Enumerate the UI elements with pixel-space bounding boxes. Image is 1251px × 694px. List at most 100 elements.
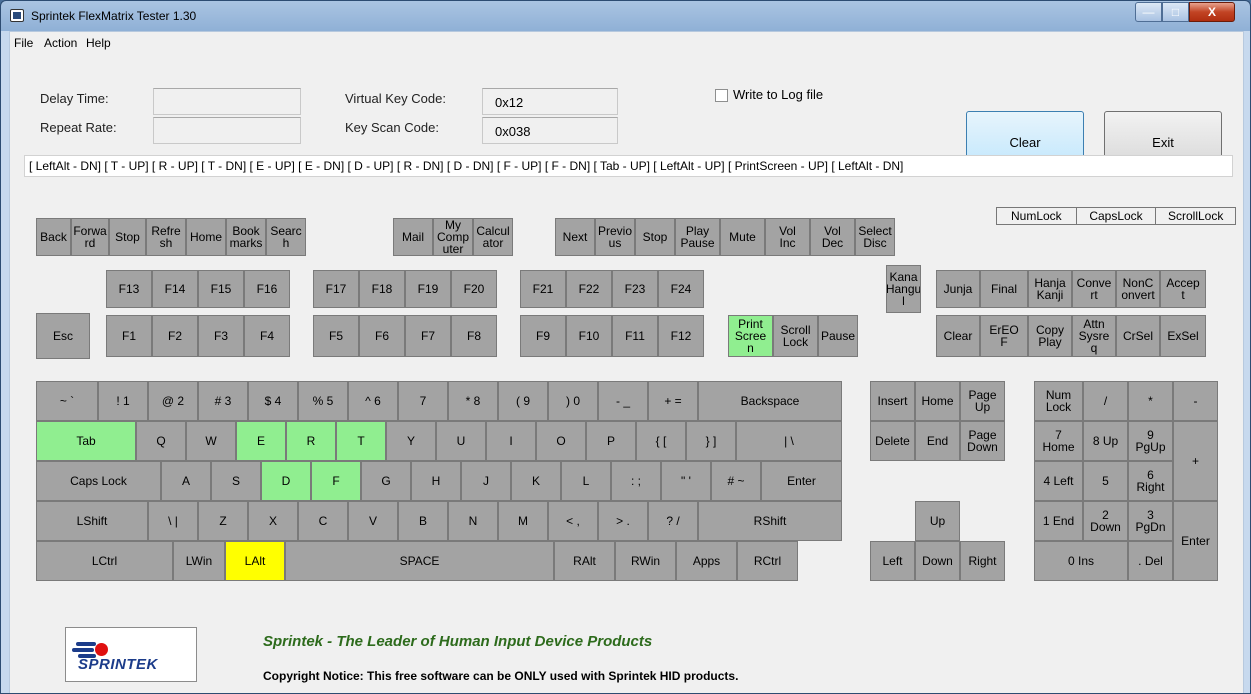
key-pageup[interactable]: Page Up: [960, 381, 1005, 421]
key-next[interactable]: Next: [555, 218, 595, 256]
key-w[interactable]: W: [186, 421, 236, 461]
key-minus[interactable]: - _: [598, 381, 648, 421]
key-f18[interactable]: F18: [359, 270, 405, 308]
key-npmul[interactable]: *: [1128, 381, 1173, 421]
key-quote[interactable]: " ': [661, 461, 711, 501]
key-pagedown[interactable]: Page Down: [960, 421, 1005, 461]
key-y[interactable]: Y: [386, 421, 436, 461]
key-g[interactable]: G: [361, 461, 411, 501]
key-up[interactable]: Up: [915, 501, 960, 541]
key-numlock[interactable]: Num Lock: [1034, 381, 1083, 421]
key-kana[interactable]: Kana Hangu l: [886, 265, 921, 313]
key-f23[interactable]: F23: [612, 270, 658, 308]
menu-file[interactable]: File: [14, 36, 33, 50]
menu-help[interactable]: Help: [86, 36, 111, 50]
key-k7[interactable]: 7: [398, 381, 448, 421]
key-z[interactable]: Z: [198, 501, 248, 541]
key-r[interactable]: R: [286, 421, 336, 461]
key-ralt[interactable]: RAlt: [554, 541, 615, 581]
key-k2[interactable]: @ 2: [148, 381, 198, 421]
key-s[interactable]: S: [211, 461, 261, 501]
key-n[interactable]: N: [448, 501, 498, 541]
key-rwin[interactable]: RWin: [615, 541, 676, 581]
key-f5[interactable]: F5: [313, 315, 359, 357]
key-np0[interactable]: 0 Ins: [1034, 541, 1128, 581]
key-u[interactable]: U: [436, 421, 486, 461]
key-f11[interactable]: F11: [612, 315, 658, 357]
key-a[interactable]: A: [161, 461, 211, 501]
key-d[interactable]: D: [261, 461, 311, 501]
key-h[interactable]: H: [411, 461, 461, 501]
key-scrolllock[interactable]: Scroll Lock: [773, 315, 818, 357]
key-lalt[interactable]: LAlt: [225, 541, 285, 581]
key-tilde[interactable]: ~ `: [36, 381, 98, 421]
key-e[interactable]: E: [236, 421, 286, 461]
key-f4[interactable]: F4: [244, 315, 290, 357]
key-np2[interactable]: 2 Down: [1083, 501, 1128, 541]
key-k6[interactable]: ^ 6: [348, 381, 398, 421]
key-home-m[interactable]: Home: [186, 218, 226, 256]
key-f17[interactable]: F17: [313, 270, 359, 308]
key-intlbackslash[interactable]: \ |: [148, 501, 198, 541]
key-comma[interactable]: < ,: [548, 501, 598, 541]
key-previous[interactable]: Previo us: [595, 218, 635, 256]
key-npdiv[interactable]: /: [1083, 381, 1128, 421]
key-np6[interactable]: 6 Right: [1128, 461, 1173, 501]
key-hanja[interactable]: Hanja Kanji: [1028, 270, 1072, 308]
key-np1[interactable]: 1 End: [1034, 501, 1083, 541]
key-f9[interactable]: F9: [520, 315, 566, 357]
key-p[interactable]: P: [586, 421, 636, 461]
key-back[interactable]: Back: [36, 218, 71, 256]
key-space[interactable]: SPACE: [285, 541, 554, 581]
key-lwin[interactable]: LWin: [173, 541, 225, 581]
key-attn[interactable]: Attn Sysre q: [1072, 315, 1116, 357]
key-np8[interactable]: 8 Up: [1083, 421, 1128, 461]
key-rctrl[interactable]: RCtrl: [737, 541, 798, 581]
key-stop2[interactable]: Stop: [635, 218, 675, 256]
key-rbracket[interactable]: } ]: [686, 421, 736, 461]
key-lshift[interactable]: LShift: [36, 501, 148, 541]
key-backspace[interactable]: Backspace: [698, 381, 842, 421]
key-tab[interactable]: Tab: [36, 421, 136, 461]
key-playpause[interactable]: Play Pause: [675, 218, 720, 256]
key-t[interactable]: T: [336, 421, 386, 461]
key-clearkey[interactable]: Clear: [936, 315, 980, 357]
key-selectdisc[interactable]: Select Disc: [855, 218, 895, 256]
key-end[interactable]: End: [915, 421, 960, 461]
key-npminus[interactable]: -: [1173, 381, 1218, 421]
key-right[interactable]: Right: [960, 541, 1005, 581]
key-x[interactable]: X: [248, 501, 298, 541]
key-capslock[interactable]: Caps Lock: [36, 461, 161, 501]
key-f6[interactable]: F6: [359, 315, 405, 357]
key-k[interactable]: K: [511, 461, 561, 501]
key-delete[interactable]: Delete: [870, 421, 915, 461]
key-apps[interactable]: Apps: [676, 541, 737, 581]
key-k3[interactable]: # 3: [198, 381, 248, 421]
key-k9[interactable]: ( 9: [498, 381, 548, 421]
key-slash[interactable]: ? /: [648, 501, 698, 541]
key-m[interactable]: M: [498, 501, 548, 541]
key-f21[interactable]: F21: [520, 270, 566, 308]
key-exsel[interactable]: ExSel: [1160, 315, 1206, 357]
key-c[interactable]: C: [298, 501, 348, 541]
key-f14[interactable]: F14: [152, 270, 198, 308]
key-ereof[interactable]: ErEO F: [980, 315, 1028, 357]
key-f15[interactable]: F15: [198, 270, 244, 308]
key-q[interactable]: Q: [136, 421, 186, 461]
key-junja[interactable]: Junja: [936, 270, 980, 308]
minimize-button[interactable]: —: [1135, 2, 1162, 22]
key-np5[interactable]: 5: [1083, 461, 1128, 501]
key-npplus[interactable]: +: [1173, 421, 1218, 501]
key-final[interactable]: Final: [980, 270, 1028, 308]
close-button[interactable]: X: [1189, 2, 1235, 22]
key-equals[interactable]: + =: [648, 381, 698, 421]
key-backslash[interactable]: | \: [736, 421, 842, 461]
key-hash[interactable]: # ~: [711, 461, 761, 501]
key-lbracket[interactable]: { [: [636, 421, 686, 461]
key-i[interactable]: I: [486, 421, 536, 461]
key-mycomputer[interactable]: My Comp uter: [433, 218, 473, 256]
key-stop1[interactable]: Stop: [109, 218, 146, 256]
key-esc[interactable]: Esc: [36, 313, 90, 359]
key-rshift[interactable]: RShift: [698, 501, 842, 541]
key-v[interactable]: V: [348, 501, 398, 541]
